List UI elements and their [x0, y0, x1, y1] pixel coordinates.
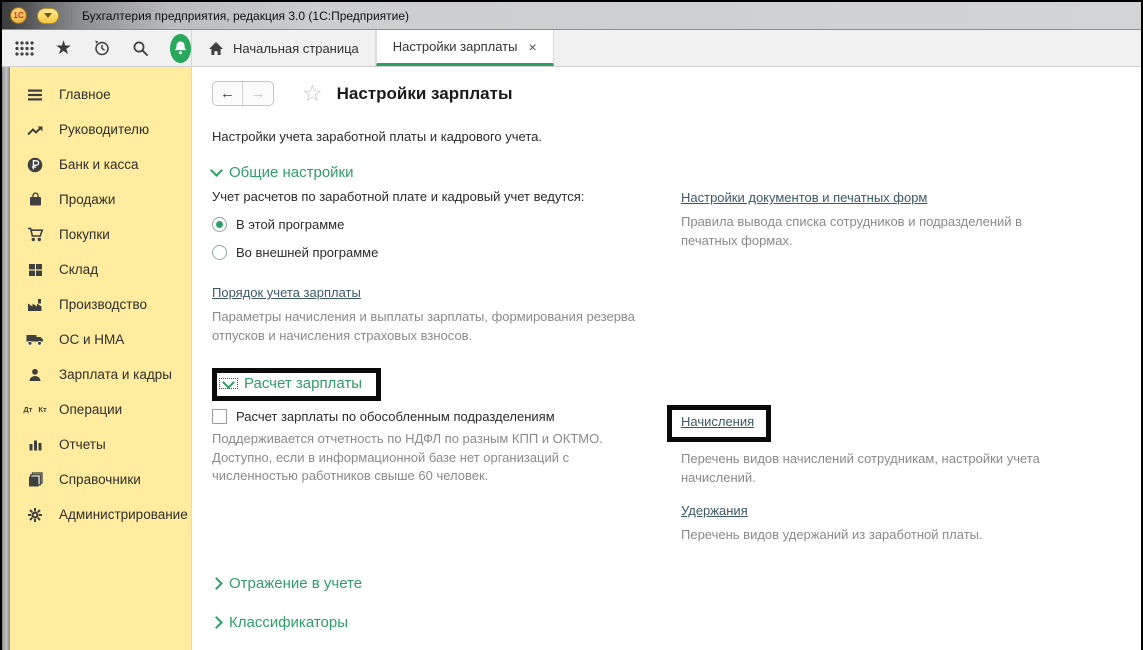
section-reflection-accounting[interactable]: Отражение в учете: [212, 575, 1141, 592]
window-titlebar: 1С Бухгалтерия предприятия, редакция 3.0…: [2, 2, 1141, 30]
annotation-rect-accruals: Начисления: [667, 405, 771, 442]
sidebar-item-operations[interactable]: ДтКт Операции: [10, 392, 191, 427]
nav-back-button[interactable]: ←: [213, 82, 243, 105]
home-icon: [208, 41, 224, 56]
bag-icon: [26, 192, 44, 207]
add-favorite-star-icon[interactable]: ☆: [302, 82, 323, 105]
tab-salary-settings[interactable]: Настройки зарплаты ×: [376, 30, 554, 66]
focus-outline: [220, 379, 237, 388]
chevron-down-icon: [222, 376, 235, 389]
ruble-icon: [26, 157, 44, 173]
nav-forward-button[interactable]: →: [243, 82, 273, 105]
separate-divisions-checkbox[interactable]: Расчет зарплаты по обособленным подразде…: [212, 409, 657, 424]
factory-icon: [26, 298, 44, 312]
chevron-right-icon: [210, 577, 223, 590]
chevron-down-icon: [210, 164, 223, 177]
search-icon[interactable]: [132, 40, 149, 57]
sidebar-label: Склад: [59, 262, 98, 277]
all-functions-grid-icon[interactable]: [15, 41, 34, 56]
sidebar-item-warehouse[interactable]: Склад: [10, 252, 191, 287]
trend-icon: [26, 123, 44, 137]
topbar: ★ Начальная страница Настр: [2, 30, 1141, 67]
sidebar-item-bank-cash[interactable]: Банк и касса: [10, 147, 191, 182]
page-subtitle: Настройки учета заработной платы и кадро…: [212, 129, 1141, 144]
chevron-down-icon: [44, 13, 52, 18]
titlebar-divider: [71, 7, 72, 25]
app-logo-icon: 1С: [10, 7, 27, 24]
radio-button-icon: [212, 245, 227, 260]
history-nav-group: ← →: [212, 81, 274, 106]
sidebar-label: Производство: [59, 297, 147, 312]
bell-icon: [173, 40, 188, 56]
main-menu-button[interactable]: [37, 8, 59, 24]
main-content: ← → ☆ Настройки зарплаты Настройки учета…: [192, 67, 1141, 650]
gear-icon: [26, 507, 44, 523]
sidebar-item-sales[interactable]: Продажи: [10, 182, 191, 217]
sidebar-item-purchases[interactable]: Покупки: [10, 217, 191, 252]
sidebar-label: Администрирование: [59, 507, 188, 522]
chart-icon: [26, 438, 44, 452]
sidebar-item-manager[interactable]: Руководителю: [10, 112, 191, 147]
sidebar-item-reports[interactable]: Отчеты: [10, 427, 191, 462]
sidebar-label: Главное: [59, 87, 111, 102]
dtkt-icon: ДтКт: [26, 406, 44, 414]
section-title: Отражение в учете: [229, 575, 362, 592]
sidebar-item-directories[interactable]: Справочники: [10, 462, 191, 497]
accruals-link[interactable]: Начисления: [681, 414, 754, 429]
sidebar-label: Операции: [59, 402, 122, 417]
deductions-link[interactable]: Удержания: [681, 503, 748, 518]
documents-print-forms-desc: Правила вывода списка сотрудников и подр…: [681, 213, 1081, 251]
menu-icon: [26, 88, 44, 102]
radio-button-icon: [212, 217, 227, 232]
sidebar-item-administration[interactable]: Администрирование: [10, 497, 191, 532]
section-title: Расчет зарплаты: [244, 375, 362, 392]
page-title: Настройки зарплаты: [337, 84, 513, 104]
cart-icon: [26, 227, 44, 242]
window-title: Бухгалтерия предприятия, редакция 3.0 (1…: [82, 9, 409, 23]
sidebar-label: Руководителю: [59, 122, 149, 137]
sidebar-label: Банк и касса: [59, 157, 139, 172]
checkbox-icon: [212, 409, 227, 424]
radio-this-program[interactable]: В этой программе: [212, 217, 657, 232]
truck-icon: [26, 333, 44, 346]
payroll-accounting-lead: Учет расчетов по заработной плате и кадр…: [212, 189, 657, 204]
deductions-desc: Перечень видов удержаний из заработной п…: [681, 526, 1081, 545]
section-general-settings[interactable]: Общие настройки: [212, 164, 1141, 181]
tab-active-label: Настройки зарплаты: [393, 39, 518, 54]
sidebar-label: Отчеты: [59, 437, 106, 452]
section-title: Классификаторы: [229, 614, 348, 631]
separate-divisions-desc: Поддерживается отчетность по НДФЛ по раз…: [212, 430, 642, 487]
notifications-bell-button[interactable]: [170, 34, 191, 63]
radio-external-program[interactable]: Во внешней программе: [212, 245, 657, 260]
sidebar-label: Продажи: [59, 192, 115, 207]
left-splitter[interactable]: [2, 67, 10, 650]
close-icon[interactable]: ×: [528, 39, 536, 55]
sidebar-item-salary-hr[interactable]: Зарплата и кадры: [10, 357, 191, 392]
favorites-star-icon[interactable]: ★: [55, 39, 72, 58]
chevron-right-icon: [210, 616, 223, 629]
person-icon: [26, 368, 44, 382]
tab-home-label: Начальная страница: [233, 41, 359, 56]
service-toolbar: ★: [2, 30, 192, 66]
sidebar-item-fixed-assets[interactable]: ОС и НМА: [10, 322, 191, 357]
salary-accounting-order-desc: Параметры начисления и выплаты зарплаты,…: [212, 308, 642, 346]
sidebar-label: Справочники: [59, 472, 141, 487]
annotation-rect-calc-section: Расчет зарплаты: [212, 368, 381, 401]
accruals-desc: Перечень видов начислений сотрудникам, н…: [681, 450, 1081, 488]
salary-accounting-order-link[interactable]: Порядок учета зарплаты: [212, 285, 361, 300]
documents-print-forms-link[interactable]: Настройки документов и печатных форм: [681, 190, 927, 205]
boxes-icon: [26, 263, 44, 277]
section-salary-calc[interactable]: Расчет зарплаты: [220, 375, 362, 392]
sidebar-label: Покупки: [59, 227, 110, 242]
sidebar-item-main[interactable]: Главное: [10, 77, 191, 112]
sidebar-label: ОС и НМА: [59, 332, 124, 347]
history-clock-icon[interactable]: [93, 39, 111, 57]
books-icon: [26, 472, 44, 487]
sidebar-item-production[interactable]: Производство: [10, 287, 191, 322]
sidebar-label: Зарплата и кадры: [59, 367, 172, 382]
section-classifiers[interactable]: Классификаторы: [212, 614, 1141, 631]
section-title: Общие настройки: [229, 164, 354, 181]
sections-sidebar: Главное Руководителю Банк и касса Продаж…: [10, 67, 192, 650]
tab-home[interactable]: Начальная страница: [192, 30, 376, 66]
